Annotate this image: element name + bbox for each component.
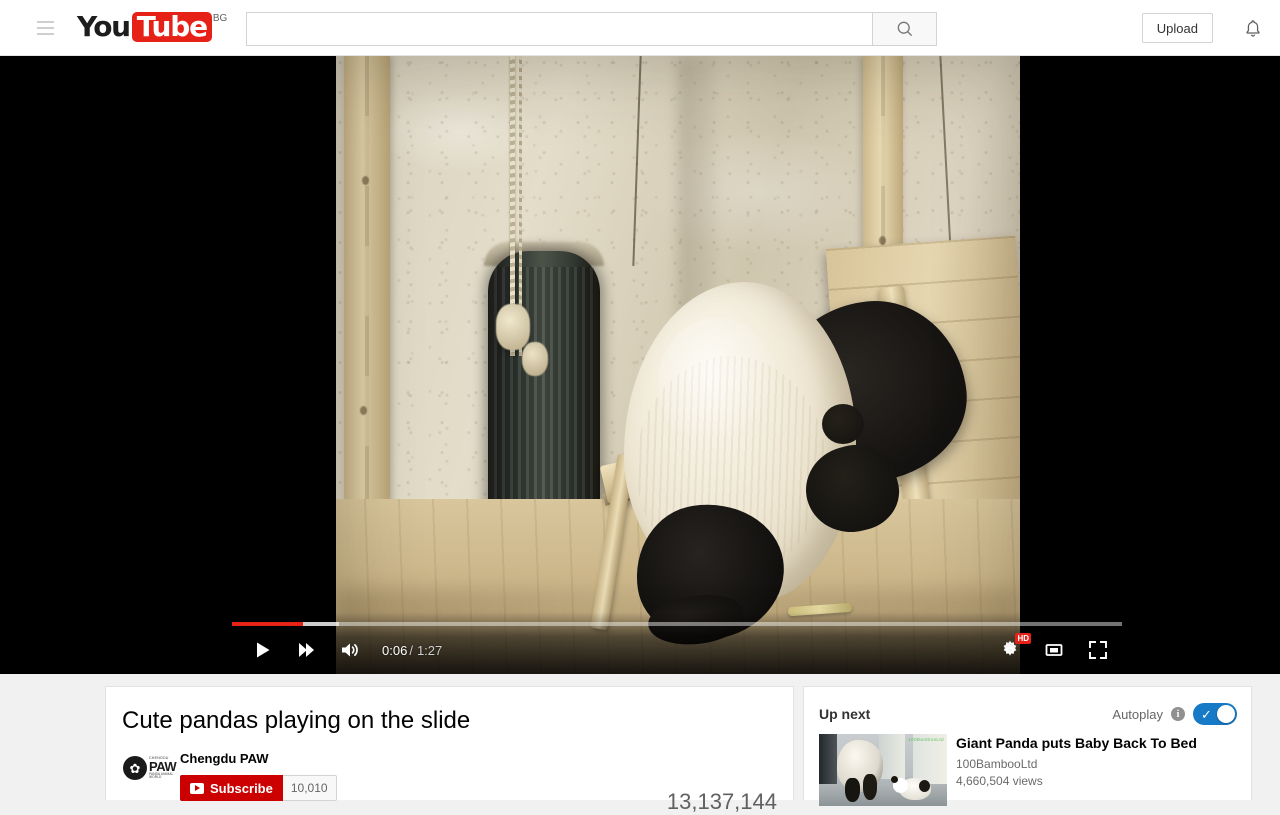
channel-name[interactable]: Chengdu PAW (180, 751, 337, 766)
paw-glyph: ✿ (129, 760, 141, 776)
toggle-knob (1217, 705, 1235, 723)
thumbnail-watermark: 100BambooLtd (908, 737, 944, 742)
quality-badge: HD (1015, 633, 1031, 644)
search-button[interactable] (872, 12, 937, 46)
wood-knot (362, 176, 369, 185)
thumb-panda-leg (863, 774, 877, 800)
thumb-wall-mid (879, 734, 905, 779)
miniplayer-icon (1045, 644, 1063, 656)
settings-button[interactable]: HD (988, 630, 1032, 670)
wood-knot (879, 236, 886, 245)
time-separator: / (409, 642, 413, 658)
wood-knot (360, 406, 367, 415)
rope-knot-toy (522, 342, 548, 376)
check-icon: ✓ (1201, 706, 1212, 722)
rope-knot-toy (496, 304, 530, 350)
subscribe-play-icon (190, 782, 204, 794)
player-controls: 0:06/1:27 HD (0, 626, 1280, 674)
panda-highlight (658, 318, 778, 450)
video-info-card: Cute pandas playing on the slide ✿ CHENG… (105, 686, 794, 814)
logo-tube-text: Tube (131, 11, 212, 42)
autoplay-label: Autoplay (1112, 706, 1163, 722)
search-form (246, 12, 937, 46)
autoplay-toggle[interactable]: ✓ (1193, 703, 1237, 725)
avatar[interactable]: ✿ CHENGDU PAW PANDA ANIMAL WORLD (122, 751, 177, 785)
next-video-button[interactable] (284, 630, 328, 670)
play-button[interactable] (240, 630, 284, 670)
list-item-channel: 100BambooLtd (956, 757, 1038, 771)
miniplayer-button[interactable] (1032, 630, 1076, 670)
page-title: Cute pandas playing on the slide (122, 707, 471, 734)
thumb-baby-ear (891, 776, 898, 783)
thumb-baby-patch (919, 780, 930, 792)
subscriber-count[interactable]: 10,010 (282, 775, 337, 801)
owner-info: Chengdu PAW Subscribe 10,010 (180, 751, 337, 801)
player-controls-left: 0:06/1:27 (240, 630, 444, 670)
video-owner-row: ✿ CHENGDU PAW PANDA ANIMAL WORLD Chengdu… (122, 751, 793, 814)
panda-paw (822, 404, 864, 444)
fullscreen-icon (1089, 641, 1107, 659)
play-icon (257, 642, 270, 658)
list-item[interactable]: 100BambooLtd Giant Panda puts Baby Back … (804, 725, 1251, 806)
duration: 1:27 (416, 642, 443, 658)
next-track-icon (299, 643, 314, 657)
youtube-logo[interactable]: You Tube BG (77, 9, 228, 44)
logo-country-code: BG (212, 12, 228, 24)
list-item-meta: Giant Panda puts Baby Back To Bed 100Bam… (956, 734, 1197, 806)
logo-you-text: You (77, 9, 131, 43)
video-player[interactable]: 0:06/1:27 HD (0, 56, 1280, 674)
upload-button[interactable]: Upload (1141, 13, 1213, 43)
subscribe-row: Subscribe 10,010 (180, 775, 337, 801)
list-item-title: Giant Panda puts Baby Back To Bed (956, 735, 1197, 751)
video-viewport[interactable] (336, 56, 1020, 674)
search-icon (897, 21, 912, 37)
fullscreen-button[interactable] (1076, 630, 1120, 670)
view-count: 13,137,144 (666, 789, 777, 814)
bell-glyph (1246, 20, 1260, 37)
hamburger-menu-icon[interactable] (30, 13, 60, 43)
video-thumbnail[interactable]: 100BambooLtd (819, 734, 947, 806)
subscribe-button[interactable]: Subscribe (180, 775, 283, 801)
menu-bar-1 (36, 20, 54, 23)
up-next-label: Up next (819, 706, 871, 722)
channel-logo-bottom: PANDA ANIMAL WORLD (149, 772, 174, 780)
upload-button-label: Upload (1156, 20, 1198, 36)
channel-logo: ✿ CHENGDU PAW PANDA ANIMAL WORLD (123, 755, 177, 781)
time-display: 0:06/1:27 (382, 643, 444, 658)
subscribe-button-label: Subscribe (210, 780, 273, 796)
masthead-header: You Tube BG Upload (0, 0, 1280, 56)
current-time: 0:06 (382, 642, 408, 658)
info-icon[interactable]: i (1171, 707, 1185, 721)
paw-print-icon: ✿ (123, 756, 147, 780)
volume-button[interactable] (328, 630, 372, 670)
search-input[interactable] (246, 12, 872, 46)
menu-bar-3 (36, 32, 54, 35)
volume-on-icon (342, 643, 358, 657)
up-next-panel: Up next Autoplay i ✓ 100BambooLtd Giant … (803, 686, 1252, 806)
up-next-header: Up next Autoplay i ✓ (804, 687, 1251, 725)
menu-bar-2 (36, 26, 54, 29)
player-controls-right: HD (988, 630, 1120, 670)
thumb-panda-leg (845, 778, 860, 802)
autoplay-group: Autoplay i ✓ (1112, 703, 1237, 725)
notifications-bell-icon[interactable] (1238, 14, 1268, 44)
list-item-views: 4,660,504 views (956, 774, 1043, 788)
channel-logo-text: CHENGDU PAW PANDA ANIMAL WORLD (149, 756, 177, 780)
